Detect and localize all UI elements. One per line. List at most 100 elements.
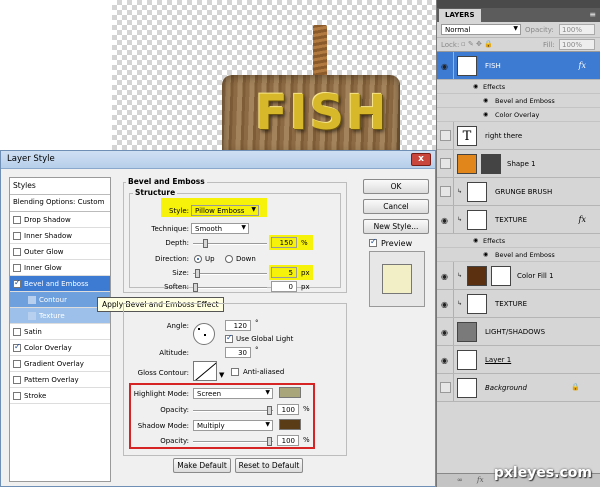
direction-up-radio[interactable] — [194, 255, 202, 263]
hidden-box-icon[interactable] — [440, 158, 451, 169]
eye-icon[interactable]: ◉ — [441, 272, 448, 281]
style-item[interactable]: Inner Glow — [10, 260, 110, 276]
eye-icon[interactable]: ◉ — [441, 300, 448, 309]
style-item[interactable]: Color Overlay — [10, 340, 110, 356]
highlight-opacity-input[interactable]: 100 — [277, 404, 299, 415]
fx-icon[interactable]: fx — [579, 61, 586, 70]
highlight-color-swatch[interactable] — [279, 387, 301, 398]
hidden-box-icon[interactable] — [440, 186, 451, 197]
layers-tab[interactable]: LAYERS — [439, 9, 481, 22]
visibility-toggle[interactable]: ◉ — [437, 290, 454, 317]
style-checkbox[interactable] — [13, 327, 21, 336]
eye-icon[interactable]: ◉ — [483, 111, 488, 118]
size-input[interactable]: 5 — [271, 267, 297, 278]
fill-input[interactable]: 100% — [559, 39, 595, 50]
style-item[interactable]: Gradient Overlay — [10, 356, 110, 372]
style-checkbox[interactable] — [13, 278, 21, 288]
style-checkbox[interactable] — [13, 215, 21, 224]
size-slider[interactable] — [193, 269, 267, 278]
layer-row[interactable]: ◉ ↳ Color Fill 1 — [437, 262, 600, 290]
effect-item[interactable]: ◉ Bevel and Emboss — [437, 94, 600, 108]
soften-input[interactable]: 0 — [271, 281, 297, 292]
style-checkbox[interactable] — [28, 295, 36, 304]
eye-icon[interactable]: ◉ — [441, 328, 448, 337]
new-style-button[interactable]: New Style... — [363, 219, 429, 234]
layer-row[interactable]: ◉ LIGHT/SHADOWS — [437, 318, 600, 346]
close-button[interactable]: x — [411, 153, 431, 166]
eye-icon[interactable]: ◉ — [483, 97, 488, 104]
style-dropdown[interactable]: Pillow Emboss ▼ — [191, 205, 259, 216]
layer-row[interactable]: ◉ ↳ TEXTURE fx — [437, 206, 600, 234]
style-checkbox[interactable] — [13, 359, 21, 368]
layer-row[interactable]: Shape 1 — [437, 150, 600, 178]
style-checkbox[interactable] — [13, 342, 21, 352]
style-item[interactable]: Bevel and Emboss — [10, 276, 110, 292]
style-checkbox[interactable] — [13, 263, 21, 272]
panel-menu-icon[interactable]: ≡ — [589, 10, 596, 19]
style-checkbox[interactable] — [13, 247, 21, 256]
highlight-opacity-thumb[interactable] — [267, 406, 272, 415]
eye-icon[interactable]: ◉ — [441, 356, 448, 365]
eye-icon[interactable]: ◉ — [483, 251, 488, 258]
soften-slider[interactable] — [193, 283, 267, 292]
visibility-toggle[interactable] — [437, 122, 454, 149]
blend-mode-dropdown[interactable]: Normal ▼ — [441, 24, 521, 35]
shadow-opacity-slider[interactable] — [193, 437, 273, 446]
preview-checkbox[interactable] — [369, 237, 377, 247]
visibility-toggle[interactable]: ◉ — [437, 206, 454, 233]
angle-input[interactable]: 120 — [225, 320, 251, 331]
reset-default-button[interactable]: Reset to Default — [235, 458, 303, 473]
shadow-mode-dropdown[interactable]: Multiply ▼ — [193, 420, 273, 431]
hidden-box-icon[interactable] — [440, 130, 451, 141]
style-item[interactable]: Satin — [10, 324, 110, 340]
effect-item[interactable]: ◉ Color Overlay — [437, 108, 600, 122]
chevron-down-icon[interactable]: ▼ — [219, 371, 224, 379]
shadow-color-swatch[interactable] — [279, 419, 301, 430]
blending-options[interactable]: Blending Options: Custom — [10, 195, 110, 212]
shadow-opacity-input[interactable]: 100 — [277, 435, 299, 446]
direction-down-radio[interactable] — [225, 255, 233, 263]
effects-row[interactable]: ◉ Effects — [437, 80, 600, 94]
anti-aliased-checkbox[interactable] — [231, 368, 239, 376]
add-style-icon[interactable]: fx — [477, 476, 484, 484]
shadow-opacity-thumb[interactable] — [267, 437, 272, 446]
lock-icons[interactable]: ▫ ✎ ✥ 🔒 — [461, 40, 493, 48]
visibility-toggle[interactable] — [437, 178, 454, 205]
style-checkbox[interactable] — [13, 231, 21, 240]
style-item[interactable]: Stroke — [10, 388, 110, 404]
styles-header[interactable]: Styles — [10, 178, 110, 195]
global-light-checkbox[interactable] — [225, 333, 233, 343]
visibility-toggle[interactable] — [437, 150, 454, 177]
hidden-box-icon[interactable] — [440, 382, 451, 393]
ok-button[interactable]: OK — [363, 179, 429, 194]
eye-icon[interactable]: ◉ — [473, 237, 478, 244]
angle-dial[interactable] — [193, 323, 215, 345]
eye-icon[interactable]: ◉ — [441, 216, 448, 225]
depth-input[interactable]: 150 — [271, 237, 297, 248]
style-checkbox[interactable] — [28, 311, 36, 320]
size-slider-thumb[interactable] — [195, 269, 200, 278]
layer-row[interactable]: ◉ ↳ TEXTURE — [437, 290, 600, 318]
layer-row[interactable]: Background 🔒 — [437, 374, 600, 402]
style-item[interactable]: Contour — [10, 292, 110, 308]
technique-dropdown[interactable]: Smooth ▼ — [191, 223, 249, 234]
layer-row[interactable]: ◉ T FISH fx — [437, 52, 600, 80]
style-item[interactable]: Pattern Overlay — [10, 372, 110, 388]
layer-row[interactable]: ◉ Layer 1 — [437, 346, 600, 374]
effects-row[interactable]: ◉ Effects — [437, 234, 600, 248]
depth-slider[interactable] — [193, 239, 267, 248]
effect-item[interactable]: ◉ Bevel and Emboss — [437, 248, 600, 262]
depth-slider-thumb[interactable] — [203, 239, 208, 248]
soften-slider-thumb[interactable] — [193, 283, 198, 292]
style-item[interactable]: Outer Glow — [10, 244, 110, 260]
style-checkbox[interactable] — [13, 375, 21, 384]
visibility-toggle[interactable]: ◉ — [437, 318, 454, 345]
opacity-input[interactable]: 100% — [559, 24, 595, 35]
make-default-button[interactable]: Make Default — [173, 458, 231, 473]
fx-icon[interactable]: fx — [579, 215, 586, 224]
visibility-toggle[interactable] — [437, 374, 454, 401]
layer-row[interactable]: ↳ GRUNGE BRUSH — [437, 178, 600, 206]
highlight-mode-dropdown[interactable]: Screen ▼ — [193, 388, 273, 399]
visibility-toggle[interactable]: ◉ — [437, 262, 454, 289]
gloss-contour-picker[interactable] — [193, 361, 217, 381]
